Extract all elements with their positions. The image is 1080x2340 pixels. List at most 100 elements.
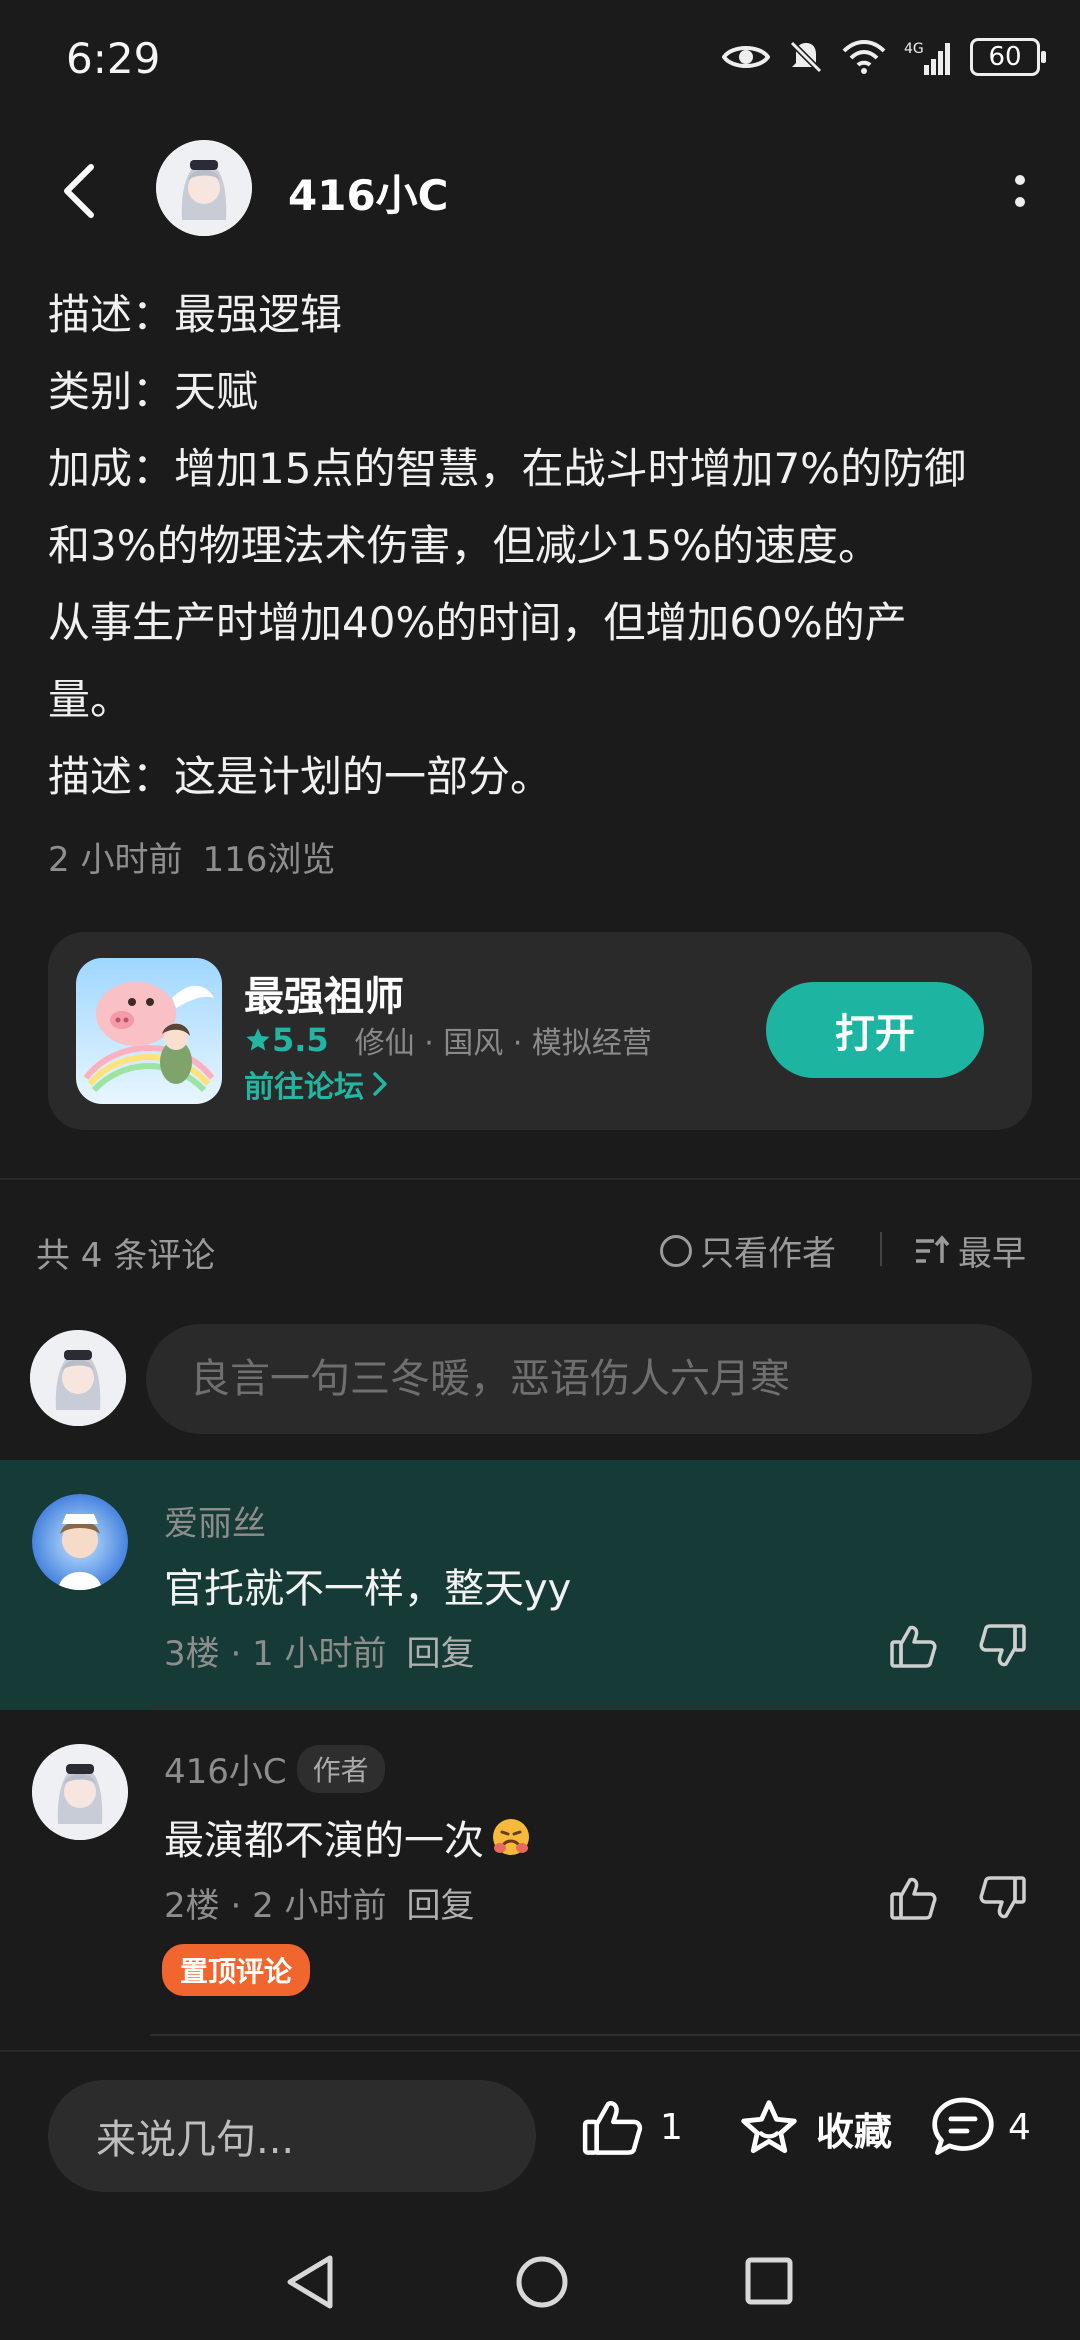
pinned-badge: 置顶评论 — [162, 1944, 311, 1996]
status-time: 6:29 — [66, 34, 161, 83]
app-icon[interactable] — [76, 958, 222, 1104]
author-name[interactable]: 416小C — [288, 162, 449, 223]
more-dot — [1015, 197, 1025, 207]
sort-label: 最早 — [958, 1234, 1026, 1274]
chevron-right-icon — [373, 1072, 387, 1096]
post-line: 量。 — [48, 675, 133, 724]
star-icon — [246, 1028, 270, 1051]
comment-time: 1 小时前 — [252, 1634, 387, 1674]
commenter-avatar[interactable] — [32, 1494, 128, 1590]
app-card[interactable]: 最强祖师 5.5 修仙 · 国风 · 模拟经营 前往论坛 打开 — [48, 932, 1032, 1130]
app-rating: 5.5 — [244, 1021, 329, 1059]
post-line: 加成：增加15点的智慧，在战斗时增加7%的防御 — [48, 444, 967, 493]
post-line: 从事生产时增加40%的时间，但增加60%的产 — [48, 598, 907, 647]
mute-icon — [789, 40, 823, 74]
comment-input[interactable] — [146, 1324, 1032, 1434]
status-icons: 4G 60 — [722, 38, 1046, 76]
comment-item: 爱丽丝 官托就不一样，整天yy 3楼 · 1 小时前 回复 — [0, 1460, 1080, 1710]
circle-home-icon — [516, 2256, 568, 2308]
chat-bubble-icon — [932, 2097, 994, 2155]
only-author-toggle[interactable]: 只看作者 — [660, 1226, 836, 1275]
comment-divider — [150, 1706, 1080, 1708]
more-options-button[interactable] — [990, 156, 1050, 226]
nav-recents-button[interactable] — [744, 2256, 794, 2310]
app-info: 5.5 修仙 · 国风 · 模拟经营 — [244, 1018, 652, 1062]
star-icon — [741, 2100, 797, 2154]
like-button[interactable] — [888, 1622, 938, 1674]
post-like-button[interactable]: 1 — [580, 2096, 683, 2158]
comment-text-content: 最演都不演的一次 — [164, 1818, 484, 1864]
toolbar-separator — [880, 1232, 882, 1266]
triangle-back-icon — [287, 2255, 333, 2309]
nav-home-button[interactable] — [514, 2254, 570, 2314]
thumbs-down-icon — [979, 1624, 1026, 1667]
my-avatar — [30, 1330, 126, 1426]
commenter-name-label: 爱丽丝 — [164, 1504, 266, 1544]
section-divider — [0, 1178, 1080, 1180]
bottom-action-bar: 来说几句... 1 收藏 4 — [0, 2050, 1080, 2232]
comments-toolbar: 共 4 条评论 只看作者 最早 — [0, 1218, 1080, 1282]
back-button[interactable] — [44, 156, 114, 226]
commenter-name[interactable]: 爱丽丝 — [164, 1496, 266, 1545]
post-views: 116浏览 — [202, 840, 336, 880]
comment-meta: 2楼 · 2 小时前 回复 — [164, 1886, 475, 1926]
favorite-button[interactable]: 收藏 — [736, 2096, 892, 2160]
comment-floor: 3楼 — [164, 1634, 220, 1674]
post-time: 2 小时前 — [48, 840, 183, 880]
thumbs-down-icon — [979, 1876, 1026, 1919]
post-line: 描述：这是计划的一部分。 — [48, 752, 553, 801]
thumbs-up-icon — [890, 1877, 937, 1920]
reply-button[interactable]: 回复 — [407, 1634, 475, 1674]
battery-icon: 60 — [970, 38, 1046, 76]
app-name: 最强祖师 — [244, 974, 404, 1020]
radio-circle-icon — [660, 1234, 692, 1267]
author-tag: 作者 — [296, 1744, 385, 1793]
svg-text:4G: 4G — [904, 41, 924, 57]
wifi-icon — [842, 40, 886, 74]
thumbs-up-icon — [582, 2101, 643, 2155]
comment-floor: 2楼 — [164, 1886, 220, 1926]
sort-button[interactable]: 最早 — [914, 1226, 1026, 1275]
chevron-left-icon — [64, 164, 94, 218]
signal-icon: 4G — [904, 41, 950, 75]
only-author-label: 只看作者 — [700, 1234, 836, 1274]
open-app-button[interactable]: 打开 — [766, 982, 984, 1078]
comment-text: 最演都不演的一次 — [164, 1808, 532, 1866]
post-header: 416小C — [0, 130, 1080, 250]
forum-link[interactable]: 前往论坛 — [244, 1062, 388, 1106]
commenter-name-label: 416小C — [164, 1752, 287, 1792]
comment-item: 416小C 作者 最演都不演的一次 2楼 · 2 小时前 回复 置顶评论 — [0, 1710, 1080, 2040]
thumbs-up-icon — [890, 1625, 937, 1668]
comment-text: 官托就不一样，整天yy — [164, 1566, 572, 1612]
comments-button[interactable]: 4 — [930, 2096, 1031, 2158]
post-content: 描述：最强逻辑 类别：天赋 加成：增加15点的智慧，在战斗时增加7%的防御 和3… — [48, 276, 1038, 815]
post-line: 和3%的物理法术伤害，但减少15%的速度。 — [48, 521, 880, 570]
reply-button[interactable]: 回复 — [407, 1886, 475, 1926]
status-bar: 6:29 4G 60 — [0, 0, 1080, 120]
comment-time: 2 小时前 — [252, 1886, 387, 1926]
eye-icon — [722, 46, 770, 68]
dislike-button[interactable] — [978, 1622, 1028, 1674]
quick-comment-input[interactable]: 来说几句... — [48, 2080, 536, 2192]
system-nav-bar — [0, 2230, 1080, 2340]
post-line: 类别：天赋 — [48, 367, 259, 416]
more-dot — [1015, 175, 1025, 185]
square-recents-icon — [745, 2257, 793, 2305]
comment-total: 4 — [1008, 2106, 1031, 2148]
sort-icon — [916, 1234, 950, 1263]
favorite-label: 收藏 — [816, 2109, 893, 2154]
comment-meta: 3楼 · 1 小时前 回复 — [164, 1634, 475, 1674]
commenter-name[interactable]: 416小C 作者 — [164, 1744, 385, 1793]
app-rating-value: 5.5 — [272, 1021, 329, 1059]
post-line: 描述：最强逻辑 — [48, 290, 343, 339]
like-button[interactable] — [888, 1874, 938, 1926]
dislike-button[interactable] — [978, 1874, 1028, 1926]
post-meta: 2 小时前 116浏览 — [48, 832, 335, 881]
like-count: 1 — [660, 2106, 683, 2148]
commenter-avatar[interactable] — [32, 1744, 128, 1840]
forum-link-label: 前往论坛 — [244, 1070, 364, 1105]
author-avatar[interactable] — [156, 140, 252, 236]
app-tags: 修仙 · 国风 · 模拟经营 — [354, 1026, 652, 1061]
nav-back-button[interactable] — [284, 2254, 336, 2314]
emoji-icon — [493, 1819, 529, 1855]
